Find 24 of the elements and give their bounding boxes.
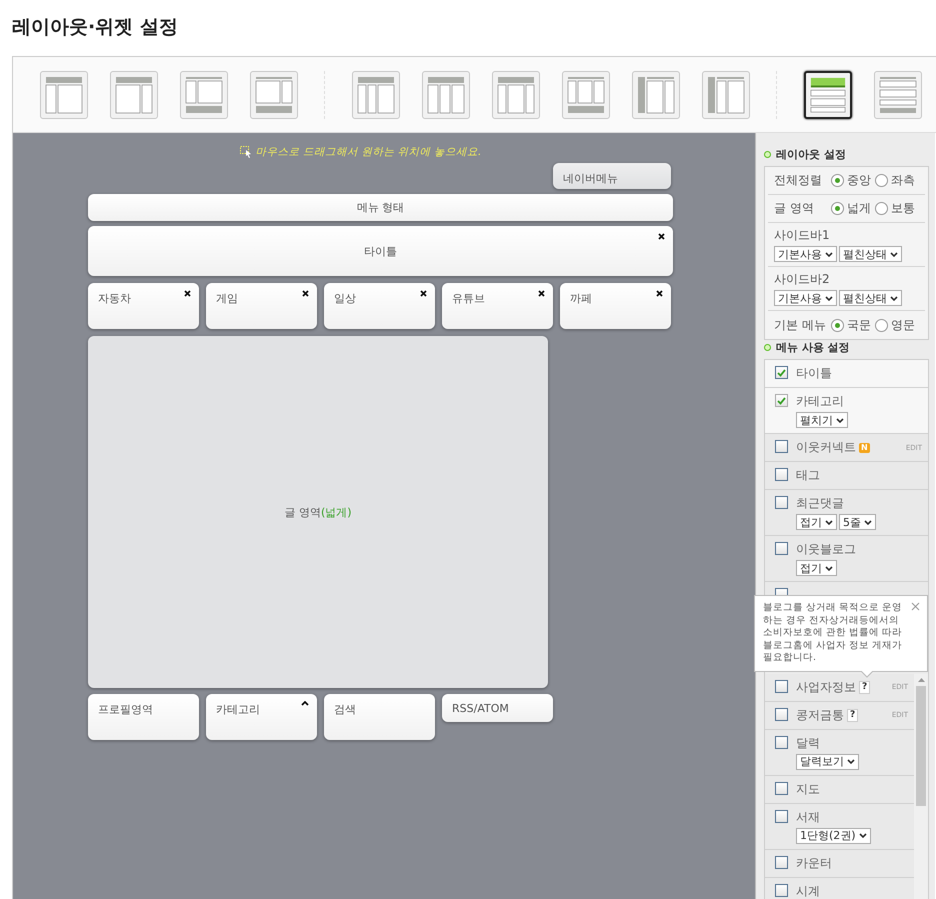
menu-option-label: 이웃블로그 bbox=[796, 541, 856, 558]
menu-option-label: 지도 bbox=[796, 780, 820, 798]
menu-option-label: 타이틀 bbox=[796, 365, 832, 382]
setting-label: 기본 메뉴 bbox=[774, 316, 827, 334]
menu-option-label: 카테고리 bbox=[796, 393, 844, 410]
menu-option-label: 이웃커넥트 bbox=[796, 439, 856, 456]
page-title: 레이아웃·위젯 설정 bbox=[12, 15, 179, 40]
section-title: 레이아웃 설정 bbox=[776, 147, 846, 162]
menu-option-label: 최근댓글 bbox=[796, 495, 844, 512]
menu-option-label: 서재 bbox=[796, 808, 820, 826]
new-badge: N bbox=[859, 442, 870, 452]
menu-option-label: 태그 bbox=[796, 467, 820, 484]
menu-option-label: 시계 bbox=[796, 882, 820, 899]
setting-label: 사이드바1 bbox=[774, 227, 830, 244]
setting-label: 전체정렬 bbox=[774, 172, 823, 189]
setting-label: 사이드바2 bbox=[774, 271, 830, 288]
tooltip-text: 블로그를 상거래 목적으로 운영하는 경우 전자상거래등에서의 소비자보호에 관한 법률에 따라 블로그홈에 사업자 정보 게재가 필요합니다. bbox=[763, 602, 902, 663]
menu-option-label: 콩저금통 bbox=[796, 706, 844, 724]
section-title: 메뉴 사용 설정 bbox=[776, 340, 850, 355]
menu-option-label: 사업자정보 bbox=[796, 678, 856, 696]
menu-option-label: 카운터 bbox=[796, 854, 832, 872]
setting-label: 글 영역 bbox=[774, 200, 815, 217]
drag-hint: 마우스로 드래그해서 원하는 위치에 놓으세요. bbox=[256, 145, 482, 159]
menu-option-label: 달력 bbox=[796, 734, 820, 752]
